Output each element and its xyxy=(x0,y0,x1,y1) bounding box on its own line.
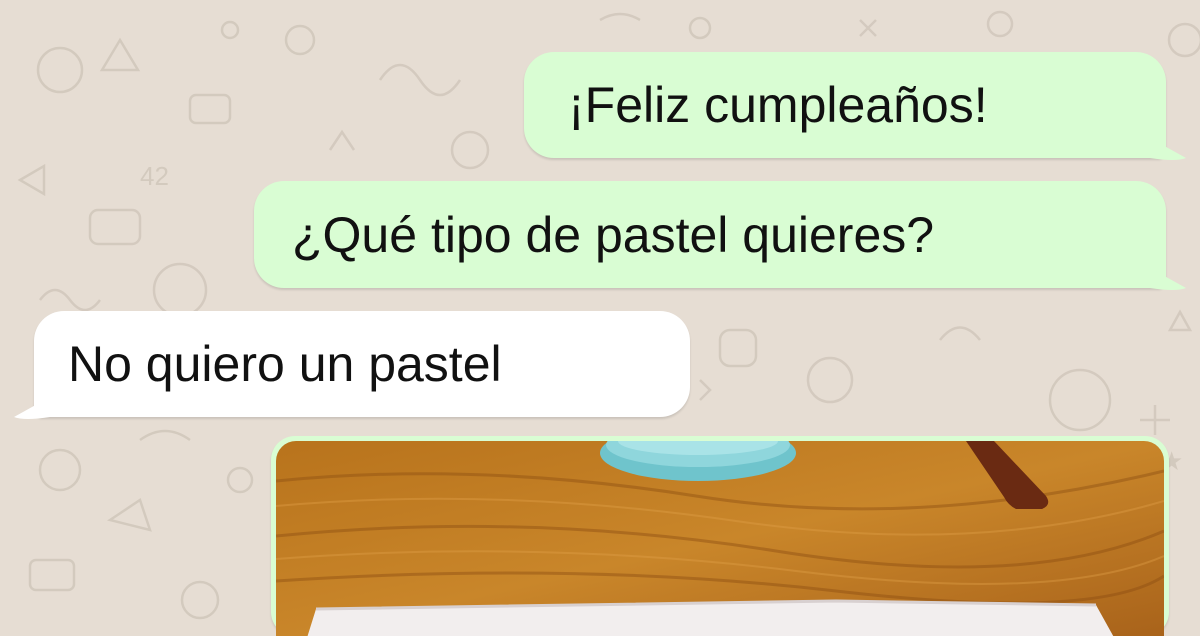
message-text: ¿Qué tipo de pastel quieres? xyxy=(292,206,935,263)
svg-text:42: 42 xyxy=(140,161,169,191)
outgoing-message-bubble[interactable]: ¿Qué tipo de pastel quieres? xyxy=(254,181,1166,288)
incoming-message-bubble[interactable]: No quiero un pastel xyxy=(34,311,690,417)
message-text: No quiero un pastel xyxy=(68,336,502,392)
bubble-tail xyxy=(14,397,50,419)
cake-photo[interactable] xyxy=(276,441,1164,636)
bubble-tail xyxy=(1150,268,1186,290)
bubble-tail xyxy=(1150,138,1186,160)
message-text: ¡Feliz cumpleaños! xyxy=(568,77,988,133)
photo-content xyxy=(276,441,1164,636)
outgoing-message-bubble[interactable]: ¡Feliz cumpleaños! xyxy=(524,52,1166,158)
image-message-bubble[interactable] xyxy=(271,436,1169,636)
